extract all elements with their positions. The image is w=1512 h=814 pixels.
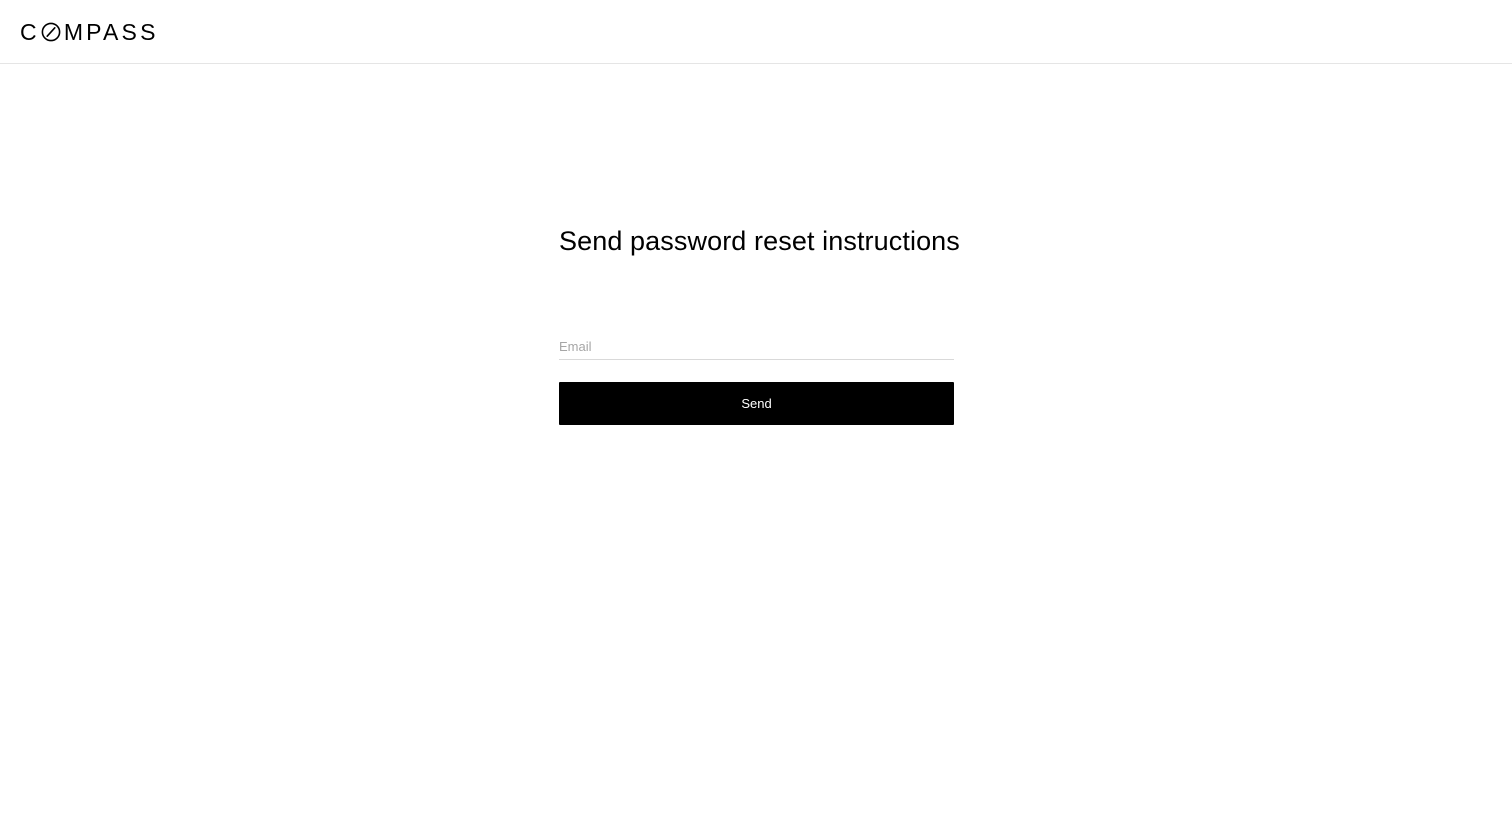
logo-text-start: C — [20, 19, 40, 45]
compass-o-slash-icon — [41, 22, 61, 42]
email-field-container — [559, 334, 954, 360]
logo-wordmark: C MPASS — [20, 20, 159, 44]
send-button[interactable]: Send — [559, 382, 954, 425]
email-input[interactable] — [559, 334, 954, 358]
page-title: Send password reset instructions — [559, 226, 960, 256]
compass-logo[interactable]: C MPASS — [20, 20, 159, 44]
logo-text-end: MPASS — [63, 19, 159, 45]
top-header: C MPASS — [0, 0, 1512, 64]
password-reset-form: Send password reset instructions Send — [559, 220, 960, 425]
